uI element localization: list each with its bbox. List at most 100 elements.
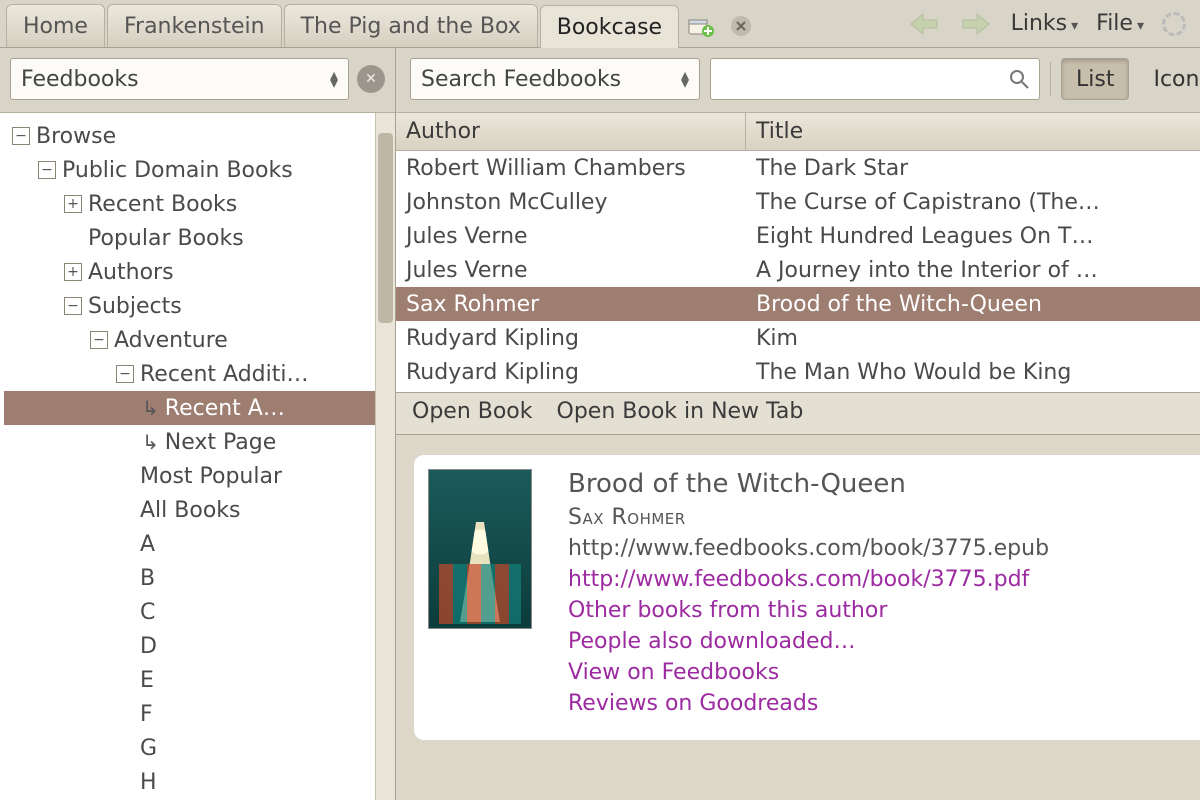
collapse-icon: −	[116, 365, 134, 383]
detail-view-feedbooks-link[interactable]: View on Feedbooks	[568, 660, 1049, 685]
cell-title: Eight Hundred Leagues On T…	[746, 224, 1200, 249]
table-row[interactable]: Sax RohmerBrood of the Witch-Queen	[396, 287, 1200, 321]
book-cover-image	[428, 469, 532, 629]
category-tree: −Browse −Public Domain Books +Recent Boo…	[0, 113, 375, 800]
tree-label: H	[140, 770, 157, 795]
nav-forward-button[interactable]	[959, 10, 993, 38]
tree-item-e[interactable]: E	[4, 663, 375, 697]
cell-author: Johnston McCulley	[396, 190, 746, 215]
blank-icon	[116, 671, 134, 689]
close-icon: ✕	[365, 71, 377, 87]
tree-label: Browse	[36, 124, 116, 149]
tree-item-g[interactable]: G	[4, 731, 375, 765]
cell-author: Robert William Chambers	[396, 156, 746, 181]
search-scope-label: Search Feedbooks	[421, 67, 621, 92]
tree-item-recent-a[interactable]: ↳Recent A…	[4, 391, 375, 425]
tree-label: Public Domain Books	[62, 158, 293, 183]
tree-item-adventure[interactable]: −Adventure	[4, 323, 375, 357]
detail-title: Brood of the Witch-Queen	[568, 469, 1049, 499]
column-header-title[interactable]: Title	[746, 113, 1200, 150]
detail-epub-url: http://www.feedbooks.com/book/3775.epub	[568, 536, 1049, 561]
tab-label: Frankenstein	[124, 14, 265, 39]
tree-label: Subjects	[88, 294, 182, 319]
arrow-left-icon	[907, 10, 941, 38]
blank-icon	[116, 773, 134, 791]
tree-item-popular-books[interactable]: Popular Books	[4, 221, 375, 255]
source-select[interactable]: Feedbooks ▴▾	[10, 58, 349, 100]
tab-frankenstein[interactable]: Frankenstein	[107, 4, 282, 47]
action-bar: Open Book Open Book in New Tab	[396, 393, 1200, 435]
table-row[interactable]: Rudyard KiplingThe Man Who Would be King	[396, 355, 1200, 389]
view-icons-button[interactable]: Icons	[1139, 58, 1200, 100]
search-input[interactable]	[721, 66, 1009, 92]
cell-title: Kim	[746, 326, 1200, 351]
sidebar-scrollbar[interactable]	[375, 113, 395, 800]
clear-source-button[interactable]: ✕	[357, 65, 385, 93]
tree-item-f[interactable]: F	[4, 697, 375, 731]
tree-item-a[interactable]: A	[4, 527, 375, 561]
tree-label: B	[140, 566, 155, 591]
search-field[interactable]	[710, 58, 1040, 100]
tree-item-authors[interactable]: +Authors	[4, 255, 375, 289]
detail-pane: Brood of the Witch-Queen Sax Rohmer http…	[396, 435, 1200, 800]
tree-item-c[interactable]: C	[4, 595, 375, 629]
detail-people-also-link[interactable]: People also downloaded…	[568, 629, 1049, 654]
detail-goodreads-link[interactable]: Reviews on Goodreads	[568, 691, 1049, 716]
open-book-new-tab-button[interactable]: Open Book in New Tab	[557, 399, 804, 424]
collapse-icon: −	[90, 331, 108, 349]
tree-label: Recent Additi…	[140, 362, 308, 387]
tree-item-recent-books[interactable]: +Recent Books	[4, 187, 375, 221]
blank-icon	[64, 229, 82, 247]
search-scope-select[interactable]: Search Feedbooks ▴▾	[410, 58, 700, 100]
detail-other-books-link[interactable]: Other books from this author	[568, 598, 1049, 623]
view-list-button[interactable]: List	[1061, 58, 1129, 100]
new-tab-icon	[688, 15, 714, 37]
tree-item-public-domain[interactable]: −Public Domain Books	[4, 153, 375, 187]
tree-item-browse[interactable]: −Browse	[4, 119, 375, 153]
table-row[interactable]: Jules VerneEight Hundred Leagues On T…	[396, 219, 1200, 253]
tree-item-h[interactable]: H	[4, 765, 375, 799]
tree-label: E	[140, 668, 154, 693]
blank-icon	[116, 739, 134, 757]
column-header-author[interactable]: Author	[396, 113, 746, 150]
file-menu[interactable]: File	[1096, 11, 1144, 36]
child-arrow-icon: ↳	[142, 430, 159, 454]
tree-item-next-page[interactable]: ↳Next Page	[4, 425, 375, 459]
tab-bar: Home Frankenstein The Pig and the Box Bo…	[0, 0, 1200, 48]
nav-back-button[interactable]	[907, 10, 941, 38]
tab-label: Home	[23, 14, 88, 39]
detail-pdf-link[interactable]: http://www.feedbooks.com/book/3775.pdf	[568, 567, 1049, 592]
cell-author: Rudyard Kipling	[396, 326, 746, 351]
cell-title: The Curse of Capistrano (The…	[746, 190, 1200, 215]
new-tab-button[interactable]	[681, 4, 721, 47]
tree-item-most-popular[interactable]: Most Popular	[4, 459, 375, 493]
table-row[interactable]: Robert William ChambersThe Dark Star	[396, 151, 1200, 185]
table-row[interactable]: Jules VerneA Journey into the Interior o…	[396, 253, 1200, 287]
cell-author: Sax Rohmer	[396, 292, 746, 317]
tree-item-d[interactable]: D	[4, 629, 375, 663]
tab-pig-box[interactable]: The Pig and the Box	[284, 4, 538, 47]
blank-icon	[116, 501, 134, 519]
table-row[interactable]: Johnston McCulleyThe Curse of Capistrano…	[396, 185, 1200, 219]
tree-item-b[interactable]: B	[4, 561, 375, 595]
collapse-icon: −	[12, 127, 30, 145]
tree-item-all-books[interactable]: All Books	[4, 493, 375, 527]
tree-label: All Books	[140, 498, 240, 523]
arrow-right-icon	[959, 10, 993, 38]
updown-icon: ▴▾	[330, 71, 338, 87]
blank-icon	[116, 637, 134, 655]
button-label: List	[1076, 67, 1114, 92]
open-book-button[interactable]: Open Book	[412, 399, 533, 424]
close-tab-button[interactable]	[721, 4, 761, 47]
blank-icon	[116, 467, 134, 485]
tree-item-subjects[interactable]: −Subjects	[4, 289, 375, 323]
table-row[interactable]: Rudyard KiplingKim	[396, 321, 1200, 355]
tree-label: Recent A…	[165, 396, 285, 421]
tree-label: D	[140, 634, 157, 659]
tab-bookcase[interactable]: Bookcase	[540, 5, 679, 48]
tab-home[interactable]: Home	[6, 4, 105, 47]
scrollbar-thumb[interactable]	[378, 133, 393, 323]
tree-item-recent-additions[interactable]: −Recent Additi…	[4, 357, 375, 391]
links-menu[interactable]: Links	[1011, 11, 1079, 36]
expand-icon: +	[64, 263, 82, 281]
